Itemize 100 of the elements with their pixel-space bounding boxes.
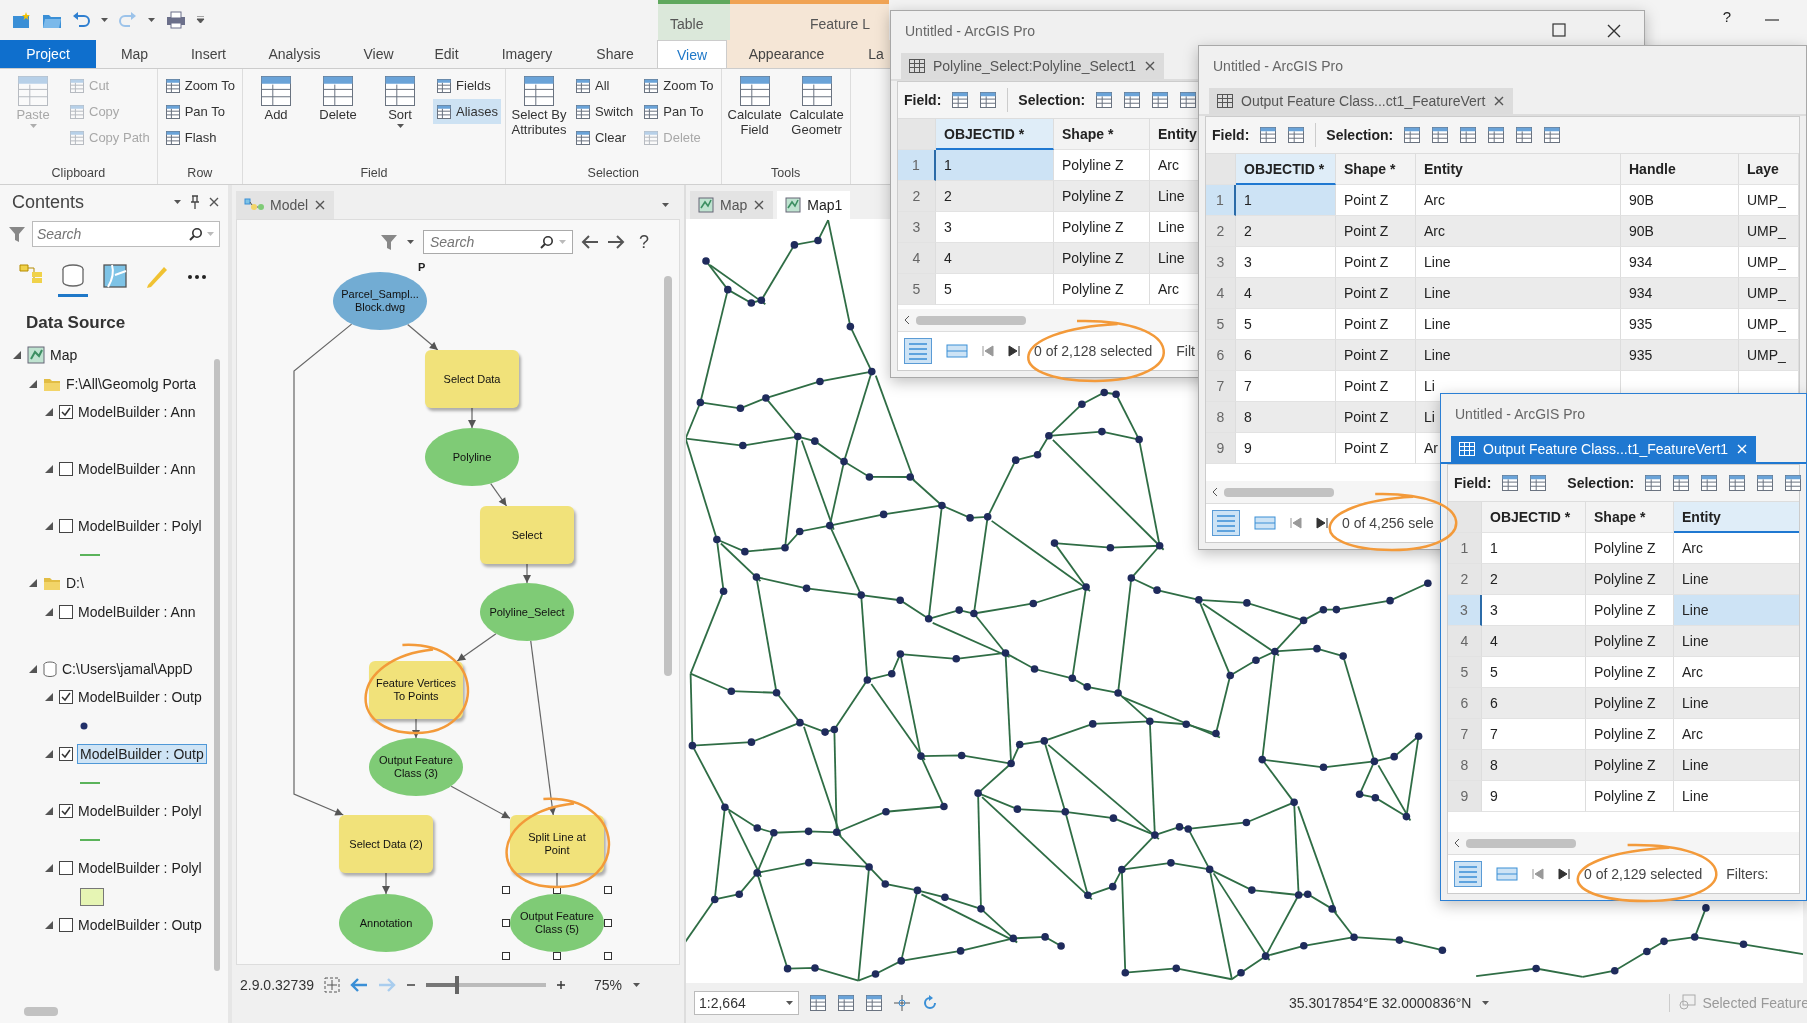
- ribbon-button[interactable]: Aliases: [433, 99, 501, 124]
- layer-label[interactable]: ModelBuilder : Outp: [78, 745, 206, 764]
- layer-label[interactable]: ModelBuilder : Ann: [78, 404, 196, 421]
- column-header[interactable]: Entity: [1674, 502, 1799, 533]
- tool-node[interactable]: Split Line at Point: [510, 815, 604, 873]
- row-number[interactable]: 2: [1448, 564, 1482, 595]
- layer-label[interactable]: ModelBuilder : Outp: [78, 917, 202, 934]
- row-number[interactable]: 3: [1206, 247, 1236, 278]
- ribbon-button[interactable]: Zoom To: [161, 73, 239, 98]
- row-number[interactable]: 1: [1448, 533, 1482, 564]
- row-number[interactable]: 4: [898, 243, 936, 274]
- layer-label[interactable]: D:\: [66, 575, 84, 592]
- ribbon-tab[interactable]: View: [345, 40, 412, 68]
- table-cell: Line: [1674, 781, 1799, 812]
- table-cell: Line: [1674, 595, 1799, 626]
- model-tab[interactable]: Model: [236, 191, 335, 219]
- column-header[interactable]: OBJECTID *: [1236, 154, 1336, 185]
- column-header[interactable]: OBJECTID *: [1482, 502, 1586, 533]
- row-number[interactable]: 8: [1448, 750, 1482, 781]
- row-number[interactable]: 9: [1448, 781, 1482, 812]
- tool-node[interactable]: Select Data (2): [339, 815, 433, 873]
- ribbon-tab[interactable]: View: [657, 40, 727, 68]
- row-number[interactable]: 6: [1206, 340, 1236, 371]
- ribbon-tab[interactable]: Edit: [412, 40, 481, 68]
- row-number[interactable]: 7: [1448, 719, 1482, 750]
- data-node[interactable]: Output Feature Class (3): [369, 738, 463, 796]
- row-number[interactable]: 2: [898, 181, 936, 212]
- search-field[interactable]: Search: [423, 230, 573, 254]
- ribbon-button[interactable]: Clear: [571, 125, 637, 150]
- map-tab[interactable]: Map: [690, 191, 774, 219]
- row-number[interactable]: 5: [898, 274, 936, 305]
- layer-label[interactable]: ModelBuilder : Polyl: [78, 518, 202, 535]
- row-number[interactable]: 5: [1448, 657, 1482, 688]
- group-label: Field: [359, 165, 389, 182]
- ribbon-tab[interactable]: Analysis: [244, 40, 345, 68]
- layer-label[interactable]: ModelBuilder : Ann: [78, 603, 196, 620]
- ribbon-tab[interactable]: Appearance: [727, 40, 846, 68]
- tool-node[interactable]: Select Data: [425, 350, 519, 408]
- row-number[interactable]: 8: [1206, 402, 1236, 433]
- table-cell: Polyline Z: [1586, 688, 1674, 719]
- ribbon-button[interactable]: Zoom To: [640, 73, 717, 98]
- scale-field[interactable]: 1:2,664: [694, 991, 799, 1015]
- layer-label[interactable]: C:\Users\jamal\AppD: [62, 660, 193, 677]
- help-button[interactable]: ?: [633, 231, 649, 253]
- ribbon-tab[interactable]: Map: [96, 40, 173, 68]
- ribbon-button[interactable]: Pan To: [161, 99, 239, 124]
- column-header[interactable]: Shape *: [1586, 502, 1674, 533]
- table-tab[interactable]: Output Feature Class...ct1_FeatureVert: [1209, 88, 1514, 114]
- window-title: Untitled - ArcGIS Pro: [905, 23, 1035, 39]
- data-node[interactable]: Polyline: [425, 428, 519, 486]
- ribbon-button[interactable]: Calculate Geometr: [787, 73, 846, 164]
- layer-label[interactable]: Map: [50, 347, 78, 364]
- table-tab[interactable]: Polyline_Select:Polyline_Select1: [901, 53, 1165, 79]
- row-number[interactable]: 1: [1206, 185, 1236, 216]
- data-node[interactable]: Polyline_Select: [480, 583, 574, 641]
- ribbon-button[interactable]: Flash: [161, 125, 239, 150]
- ribbon-button[interactable]: Sort: [371, 73, 430, 164]
- ribbon-button[interactable]: Pan To: [640, 99, 717, 124]
- row-number[interactable]: 1: [898, 150, 936, 181]
- table-tab[interactable]: Output Feature Class...t1_FeatureVert1: [1451, 436, 1757, 462]
- column-header[interactable]: OBJECTID *: [936, 119, 1054, 150]
- tool-node[interactable]: Select: [480, 506, 574, 564]
- table-cell: 8: [1236, 402, 1336, 433]
- ribbon-button[interactable]: Fields: [433, 73, 501, 98]
- layer-label[interactable]: ModelBuilder : Outp: [78, 689, 202, 706]
- column-header[interactable]: Entity: [1416, 154, 1621, 185]
- ribbon-button[interactable]: All: [571, 73, 637, 98]
- row-number[interactable]: 3: [898, 212, 936, 243]
- ribbon-tab[interactable]: Project: [0, 40, 96, 68]
- layer-label[interactable]: ModelBuilder : Polyl: [78, 860, 202, 877]
- ribbon-button[interactable]: Switch: [571, 99, 637, 124]
- row-number[interactable]: 2: [1206, 216, 1236, 247]
- row-number[interactable]: 9: [1206, 433, 1236, 464]
- ribbon-button[interactable]: Add: [247, 73, 306, 164]
- column-header[interactable]: Laye: [1739, 154, 1799, 185]
- data-node[interactable]: Parcel_Sampl... Block.dwg: [333, 272, 427, 330]
- help-button[interactable]: ?: [1722, 8, 1731, 25]
- table-cell: 6: [1236, 340, 1336, 371]
- column-header[interactable]: Shape *: [1336, 154, 1416, 185]
- ribbon-button[interactable]: Select By Attributes: [509, 73, 568, 164]
- map-tab[interactable]: Map1: [777, 191, 851, 219]
- layer-label[interactable]: ModelBuilder : Polyl: [78, 803, 202, 820]
- ribbon-tab[interactable]: Insert: [173, 40, 244, 68]
- row-number[interactable]: 4: [1448, 626, 1482, 657]
- ribbon-tab[interactable]: Share: [573, 40, 657, 68]
- column-header[interactable]: Handle: [1621, 154, 1739, 185]
- ribbon-tab[interactable]: Imagery: [481, 40, 573, 68]
- ribbon-button[interactable]: Calculate Field: [725, 73, 784, 164]
- search-field[interactable]: Search: [32, 221, 220, 247]
- column-header[interactable]: Shape *: [1054, 119, 1150, 150]
- row-number[interactable]: 5: [1206, 309, 1236, 340]
- row-number[interactable]: 7: [1206, 371, 1236, 402]
- row-number[interactable]: 6: [1448, 688, 1482, 719]
- row-number[interactable]: 4: [1206, 278, 1236, 309]
- layer-label[interactable]: ModelBuilder : Ann: [78, 461, 196, 478]
- tool-node[interactable]: Feature Vertices To Points: [369, 661, 463, 719]
- row-number[interactable]: 3: [1448, 595, 1482, 626]
- layer-label[interactable]: F:\All\Geomolg Porta: [66, 375, 196, 392]
- data-node[interactable]: Annotation: [339, 894, 433, 952]
- ribbon-button[interactable]: Delete: [309, 73, 368, 164]
